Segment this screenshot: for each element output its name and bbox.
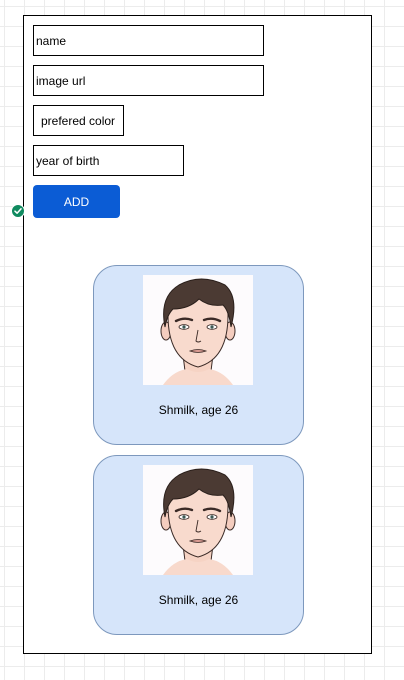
person-card: Shmilk, age 26 [93, 455, 304, 635]
year-of-birth-input[interactable]: year of birth [33, 145, 184, 176]
person-caption: Shmilk, age 26 [158, 593, 239, 607]
person-card: Shmilk, age 26 [93, 265, 304, 445]
image-url-input[interactable]: image url [33, 65, 264, 96]
year-of-birth-input-placeholder: year of birth [36, 153, 100, 168]
person-caption: Shmilk, age 26 [158, 403, 239, 417]
name-input-placeholder: name [36, 33, 67, 48]
preferred-color-input-label: prefered color [41, 113, 116, 128]
add-button-label: ADD [63, 194, 90, 209]
check-circle-icon [11, 204, 25, 218]
image-url-input-placeholder: image url [36, 73, 86, 88]
name-input[interactable]: name [33, 25, 264, 56]
preferred-color-input[interactable]: prefered color [33, 105, 124, 136]
person-avatar [143, 275, 253, 385]
person-avatar [143, 465, 253, 575]
add-button[interactable]: ADD [33, 185, 120, 218]
